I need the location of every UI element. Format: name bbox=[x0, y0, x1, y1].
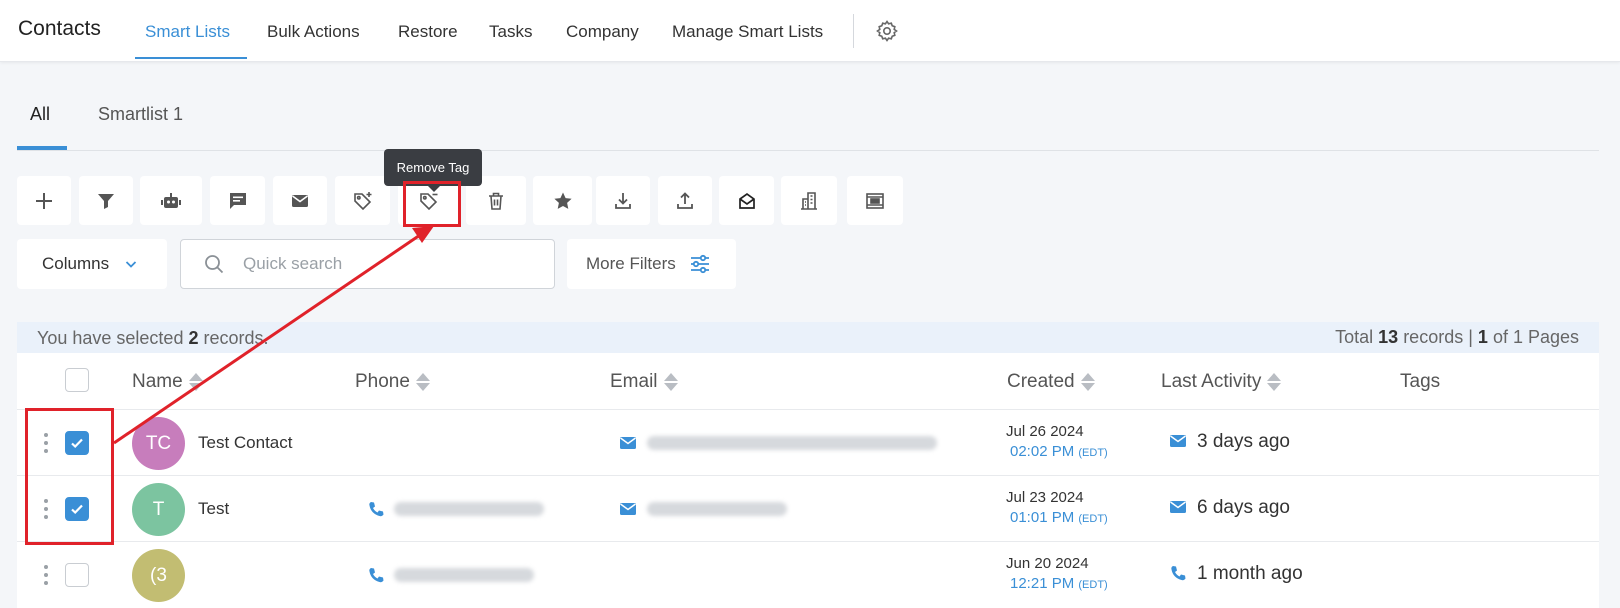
more-filters-label: More Filters bbox=[586, 254, 676, 273]
sort-icon[interactable] bbox=[663, 373, 678, 391]
send-sms-button[interactable] bbox=[210, 176, 265, 225]
more-filters-button[interactable]: More Filters bbox=[567, 239, 736, 289]
search-icon bbox=[205, 255, 224, 274]
contact-name[interactable]: Test bbox=[198, 499, 229, 519]
sort-icon[interactable] bbox=[1267, 373, 1282, 391]
favorite-button[interactable] bbox=[533, 176, 592, 225]
automation-button[interactable] bbox=[140, 176, 202, 225]
tabs-divider bbox=[17, 150, 1599, 151]
nav-company[interactable]: Company bbox=[566, 22, 639, 42]
email-value-redacted bbox=[647, 436, 937, 450]
send-email-button[interactable] bbox=[273, 176, 327, 225]
import-button[interactable] bbox=[596, 176, 650, 225]
phone-icon bbox=[1171, 566, 1186, 581]
annotation-highlight-checkboxes bbox=[25, 408, 114, 545]
gear-icon[interactable] bbox=[875, 19, 899, 43]
tab-smartlist-1[interactable]: Smartlist 1 bbox=[98, 104, 183, 125]
row-checkbox[interactable] bbox=[65, 563, 89, 587]
last-activity: 3 days ago bbox=[1197, 431, 1290, 452]
table-row[interactable]: T Test Jul 23 2024 01:01 PM (EDT) 6 days… bbox=[17, 475, 1599, 541]
active-tab-indicator bbox=[17, 146, 67, 150]
add-tag-icon bbox=[353, 191, 371, 210]
nav-bulk-actions[interactable]: Bulk Actions bbox=[267, 22, 360, 42]
mailbox-icon bbox=[738, 192, 755, 209]
filter-icon bbox=[98, 193, 114, 209]
company-button[interactable] bbox=[781, 176, 837, 225]
last-activity: 1 month ago bbox=[1197, 563, 1303, 584]
column-header-last-activity[interactable]: Last Activity bbox=[1161, 371, 1282, 393]
robot-icon bbox=[161, 192, 181, 208]
phone-value-redacted bbox=[394, 502, 544, 516]
email-icon bbox=[1170, 435, 1186, 447]
contact-name[interactable]: Test Contact bbox=[198, 433, 293, 453]
page-title: Contacts bbox=[18, 17, 101, 40]
sort-icon[interactable] bbox=[1080, 373, 1095, 391]
sliders-icon bbox=[690, 254, 709, 274]
nav-tasks[interactable]: Tasks bbox=[489, 22, 532, 42]
column-header-name[interactable]: Name bbox=[132, 371, 203, 393]
nav-restore[interactable]: Restore bbox=[398, 22, 458, 42]
phone-icon bbox=[369, 568, 384, 583]
column-header-phone[interactable]: Phone bbox=[355, 371, 430, 393]
selected-count: 2 bbox=[188, 328, 199, 348]
current-page: 1 bbox=[1477, 327, 1488, 347]
column-header-created[interactable]: Created bbox=[1007, 371, 1095, 393]
add-icon bbox=[36, 192, 52, 209]
table-row[interactable]: TC Test Contact Jul 26 2024 02:02 PM (ED… bbox=[17, 409, 1599, 475]
add-contact-button[interactable] bbox=[17, 176, 71, 225]
star-icon bbox=[553, 192, 572, 209]
email-icon bbox=[620, 437, 636, 449]
quick-search bbox=[180, 239, 555, 289]
created-datetime: Jun 20 2024 12:21 PM (EDT) bbox=[1006, 555, 1108, 592]
email-icon bbox=[620, 503, 636, 515]
merge-icon bbox=[866, 192, 884, 209]
active-nav-indicator bbox=[135, 57, 247, 59]
nav-manage-smart-lists[interactable]: Manage Smart Lists bbox=[672, 22, 823, 42]
columns-dropdown[interactable]: Columns bbox=[17, 239, 167, 289]
top-navigation-bar: Contacts Smart Lists Bulk Actions Restor… bbox=[0, 0, 1620, 62]
selection-summary-bar: You have selected 2 records. Total 13 re… bbox=[17, 322, 1599, 353]
tab-all[interactable]: All bbox=[30, 104, 50, 125]
total-records-text: Total 13 records | 1 of 1 Pages bbox=[1335, 327, 1579, 347]
message-icon bbox=[229, 192, 246, 209]
phone-icon bbox=[369, 502, 384, 517]
last-activity: 6 days ago bbox=[1197, 497, 1290, 518]
download-icon bbox=[615, 192, 631, 209]
created-datetime: Jul 23 2024 01:01 PM (EDT) bbox=[1006, 489, 1108, 526]
email-icon bbox=[292, 194, 308, 207]
columns-label: Columns bbox=[42, 254, 110, 273]
sort-icon[interactable] bbox=[188, 373, 203, 391]
email-value-redacted bbox=[647, 502, 787, 516]
nav-divider bbox=[853, 14, 854, 48]
drag-handle-icon[interactable] bbox=[43, 565, 49, 585]
chevron-down-icon bbox=[125, 261, 137, 268]
search-input[interactable] bbox=[243, 254, 523, 274]
avatar: T bbox=[132, 483, 185, 536]
email-icon bbox=[1170, 501, 1186, 513]
merge-button[interactable] bbox=[847, 176, 903, 225]
select-all-checkbox[interactable] bbox=[65, 368, 89, 392]
table-row[interactable]: (3 Jun 20 2024 12:21 PM (EDT) 1 month ag… bbox=[17, 541, 1599, 607]
sort-icon[interactable] bbox=[415, 373, 430, 391]
column-header-tags: Tags bbox=[1400, 371, 1441, 392]
total-count: 13 bbox=[1378, 327, 1399, 347]
upload-icon bbox=[677, 191, 693, 209]
export-button[interactable] bbox=[658, 176, 712, 225]
add-tag-button[interactable] bbox=[335, 176, 390, 225]
building-icon bbox=[801, 191, 817, 210]
filter-button[interactable] bbox=[79, 176, 133, 225]
mailbox-button[interactable] bbox=[719, 176, 774, 225]
column-header-email[interactable]: Email bbox=[610, 371, 678, 393]
avatar: (3 bbox=[132, 549, 185, 602]
delete-icon bbox=[489, 192, 503, 210]
annotation-highlight-remove-tag bbox=[403, 181, 461, 227]
selected-count-text: You have selected 2 records. bbox=[37, 328, 269, 348]
contacts-table: Name Phone Email Created Last Activity T… bbox=[17, 353, 1599, 608]
created-datetime: Jul 26 2024 02:02 PM (EDT) bbox=[1006, 423, 1108, 460]
nav-smart-lists[interactable]: Smart Lists bbox=[145, 22, 230, 42]
phone-value-redacted bbox=[394, 568, 534, 582]
avatar: TC bbox=[132, 417, 185, 470]
